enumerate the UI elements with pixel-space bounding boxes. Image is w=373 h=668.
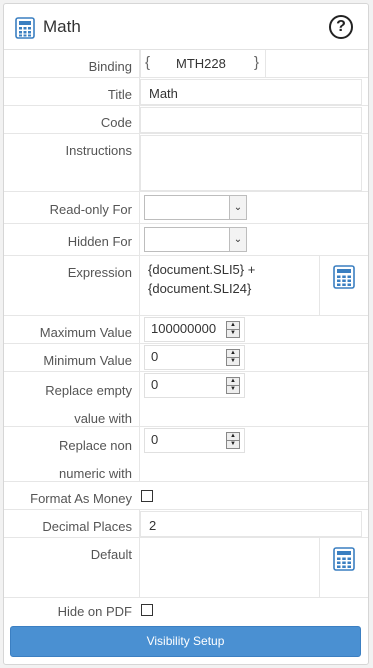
calculator-icon bbox=[333, 547, 355, 571]
spin-down-icon: ▼ bbox=[227, 385, 239, 392]
panel-title: Math bbox=[43, 17, 81, 36]
code-input[interactable] bbox=[140, 107, 362, 133]
format-as-money-checkbox[interactable] bbox=[141, 490, 153, 502]
number-spinner[interactable]: ▲ ▼ bbox=[226, 321, 240, 338]
maximum-value-input[interactable]: 100000000 ▲ ▼ bbox=[144, 317, 245, 342]
chevron-down-icon: ⌄ bbox=[229, 196, 246, 219]
number-spinner[interactable]: ▲ ▼ bbox=[226, 377, 240, 394]
expression-input[interactable]: {document.SLI5} + {document.SLI24} bbox=[140, 256, 318, 315]
hidden-for-select[interactable]: ⌄ bbox=[144, 227, 247, 252]
minimum-value-row: Minimum Value 0 ▲ ▼ bbox=[4, 344, 368, 372]
decimal-places-row: Decimal Places 2 bbox=[4, 510, 368, 538]
hidden-for-row: Hidden For ⌄ bbox=[4, 224, 368, 256]
expression-row: Expression {document.SLI5} + {document.S… bbox=[4, 256, 368, 316]
maximum-value-label: Maximum Value bbox=[39, 325, 132, 340]
chevron-down-icon: ⌄ bbox=[229, 228, 246, 251]
visibility-setup-button[interactable]: Visibility Setup bbox=[10, 626, 361, 657]
math-properties-panel: Math ? Binding { MTH228 } Title Math Cod… bbox=[3, 3, 369, 665]
spin-up-icon: ▲ bbox=[230, 350, 236, 356]
calculator-icon bbox=[333, 265, 355, 289]
format-as-money-label: Format As Money bbox=[30, 491, 132, 506]
title-input[interactable]: Math bbox=[140, 79, 362, 105]
code-row: Code bbox=[4, 106, 368, 134]
replace-empty-label: Replace empty value with bbox=[45, 383, 132, 426]
decimal-places-input[interactable]: 2 bbox=[140, 511, 362, 537]
binding-label: Binding bbox=[88, 59, 132, 74]
read-only-for-label: Read-only For bbox=[49, 202, 132, 217]
maximum-value-row: Maximum Value 100000000 ▲ ▼ bbox=[4, 316, 368, 344]
spin-up-icon: ▲ bbox=[230, 322, 236, 328]
hide-on-pdf-row: Hide on PDF bbox=[4, 598, 368, 624]
binding-row: Binding { MTH228 } bbox=[4, 50, 368, 78]
replace-non-numeric-label: Replace non numeric with bbox=[59, 438, 132, 481]
panel-header: Math ? bbox=[4, 4, 368, 50]
instructions-row: Instructions bbox=[4, 134, 368, 192]
replace-empty-row: Replace empty value with 0 ▲ ▼ bbox=[4, 372, 368, 427]
replace-empty-value: 0 bbox=[151, 377, 159, 392]
expression-calculator-button[interactable] bbox=[319, 256, 366, 315]
code-label: Code bbox=[100, 115, 132, 130]
number-spinner[interactable]: ▲ ▼ bbox=[226, 432, 240, 449]
hide-on-pdf-label: Hide on PDF bbox=[57, 604, 132, 619]
title-row: Title Math bbox=[4, 78, 368, 106]
format-as-money-row: Format As Money bbox=[4, 482, 368, 510]
replace-non-numeric-input[interactable]: 0 ▲ ▼ bbox=[144, 428, 245, 453]
hidden-for-label: Hidden For bbox=[67, 234, 132, 249]
maximum-value-value: 100000000 bbox=[151, 321, 217, 336]
binding-value: MTH228 bbox=[176, 56, 226, 71]
spin-down-icon: ▼ bbox=[227, 440, 239, 447]
hide-on-pdf-checkbox[interactable] bbox=[141, 604, 153, 616]
spin-up-icon: ▲ bbox=[230, 433, 236, 439]
number-spinner[interactable]: ▲ ▼ bbox=[226, 349, 240, 366]
binding-open-brace: { bbox=[145, 54, 151, 71]
spin-down-icon: ▼ bbox=[227, 329, 239, 336]
replace-non-numeric-value: 0 bbox=[151, 432, 159, 447]
default-calculator-button[interactable] bbox=[319, 538, 366, 597]
spin-down-icon: ▼ bbox=[227, 357, 239, 364]
calculator-icon bbox=[15, 17, 35, 42]
default-row: Default bbox=[4, 538, 368, 598]
binding-field[interactable]: { MTH228 } bbox=[140, 50, 266, 77]
instructions-textarea[interactable] bbox=[140, 135, 362, 191]
minimum-value-value: 0 bbox=[151, 349, 159, 364]
default-label: Default bbox=[90, 547, 132, 562]
title-label: Title bbox=[107, 87, 132, 102]
minimum-value-input[interactable]: 0 ▲ ▼ bbox=[144, 345, 245, 370]
default-input[interactable] bbox=[140, 538, 318, 597]
replace-non-numeric-row: Replace non numeric with 0 ▲ ▼ bbox=[4, 427, 368, 482]
read-only-for-row: Read-only For ⌄ bbox=[4, 192, 368, 224]
expression-label: Expression bbox=[67, 265, 132, 280]
decimal-places-label: Decimal Places bbox=[42, 519, 132, 534]
replace-empty-input[interactable]: 0 ▲ ▼ bbox=[144, 373, 245, 398]
instructions-label: Instructions bbox=[65, 143, 132, 158]
read-only-for-select[interactable]: ⌄ bbox=[144, 195, 247, 220]
minimum-value-label: Minimum Value bbox=[43, 353, 132, 368]
binding-close-brace: } bbox=[254, 54, 260, 71]
spin-up-icon: ▲ bbox=[230, 378, 236, 384]
question-circle-icon[interactable]: ? bbox=[329, 15, 353, 39]
